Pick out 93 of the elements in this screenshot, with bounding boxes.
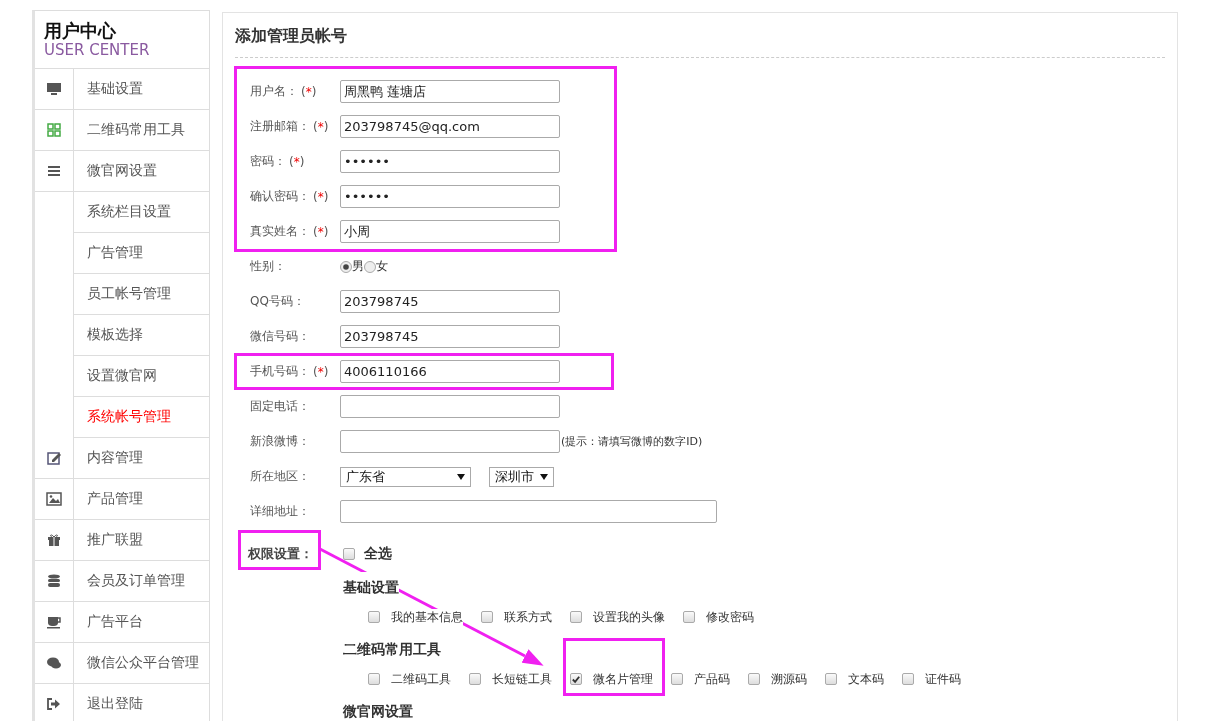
checkbox-label: 文本码 (848, 670, 884, 688)
checkbox[interactable] (683, 611, 695, 623)
qr-code-icon (46, 122, 62, 138)
permissions-label: 权限设置： (248, 545, 314, 563)
input-field[interactable]: •••••• (340, 185, 560, 208)
required-mark: (*) (301, 84, 317, 99)
sidebar-item[interactable]: 微官网设置 (74, 151, 209, 191)
sidebar-item[interactable]: 基础设置 (74, 69, 209, 109)
checkbox[interactable] (343, 548, 355, 560)
field-label: 所在地区： (250, 468, 310, 485)
hint-text: (提示：请填写微博的数字ID) (561, 434, 703, 449)
required-mark: (*) (313, 189, 329, 204)
input-field[interactable]: 周黑鸭 莲塘店 (340, 80, 560, 103)
sidebar-subitem[interactable]: 员工帐号管理 (74, 274, 209, 315)
sidebar-subitem[interactable]: 广告管理 (74, 233, 209, 274)
checkbox-label: 我的基本信息 (391, 608, 463, 626)
input-field[interactable] (340, 430, 560, 453)
field-label: 手机号码： (250, 363, 310, 380)
sidebar-item[interactable]: 产品管理 (74, 479, 209, 519)
sidebar-item[interactable]: 推广联盟 (74, 520, 209, 560)
sidebar-item[interactable]: 退出登陆 (74, 684, 209, 721)
gift-icon (46, 532, 62, 548)
required-mark: (*) (313, 119, 329, 134)
input-field[interactable] (340, 395, 560, 418)
menu-icon (46, 163, 62, 179)
picture-icon (46, 491, 62, 507)
input-field[interactable]: 203798745@qq.com (340, 115, 560, 138)
sidebar-item[interactable]: 广告平台 (74, 602, 209, 642)
input-field[interactable] (340, 500, 717, 523)
database-icon (46, 573, 62, 589)
required-mark: (*) (289, 154, 305, 169)
checkbox[interactable] (570, 673, 582, 685)
monitor-icon (46, 81, 62, 97)
field-label: 确认密码： (250, 188, 310, 205)
coffee-cup-icon (46, 614, 62, 630)
select-all-label: 全选 (364, 545, 392, 563)
field-label: 固定电话： (250, 398, 310, 415)
checkbox[interactable] (902, 673, 914, 685)
checkbox-label: 联系方式 (504, 608, 552, 626)
checkbox[interactable] (368, 673, 380, 685)
select-dropdown[interactable]: 深圳市 (489, 466, 554, 487)
sidebar-subitem[interactable]: 设置微官网 (74, 356, 209, 397)
checkbox[interactable] (469, 673, 481, 685)
checkbox[interactable] (671, 673, 683, 685)
radio-label: 男 (352, 258, 364, 275)
checkbox[interactable] (748, 673, 760, 685)
chat-icon (46, 655, 62, 671)
checkbox-label: 二维码工具 (391, 670, 451, 688)
radio-button[interactable] (340, 260, 352, 273)
radio-label: 女 (376, 258, 388, 275)
required-mark: (*) (313, 224, 329, 239)
checkbox-label: 设置我的头像 (593, 608, 665, 626)
field-label: 性别： (250, 258, 286, 275)
caret-icon (457, 473, 465, 480)
input-field[interactable]: 小周 (340, 220, 560, 243)
checkbox-label: 产品码 (694, 670, 730, 688)
checkbox[interactable] (825, 673, 837, 685)
checkbox-label: 证件码 (925, 670, 961, 688)
checkbox-label: 溯源码 (771, 670, 807, 688)
field-label: 新浪微博： (250, 433, 310, 450)
checkbox[interactable] (570, 611, 582, 623)
input-field[interactable]: 203798745 (340, 325, 560, 348)
checkbox[interactable] (368, 611, 380, 623)
radio-button[interactable] (364, 260, 376, 273)
field-label: 真实姓名： (250, 223, 310, 240)
sidebar-title: 用户中心 (44, 21, 116, 41)
sidebar-subitem[interactable]: 模板选择 (74, 315, 209, 356)
sign-out-icon (46, 696, 62, 712)
panel-title: 添加管理员帐号 (235, 23, 1165, 58)
caret-icon (540, 473, 548, 480)
checkbox-label: 修改密码 (706, 608, 754, 626)
field-label: 注册邮箱： (250, 118, 310, 135)
sidebar-subitem[interactable]: 系统栏目设置 (74, 192, 209, 233)
field-label: QQ号码： (250, 293, 305, 310)
sidebar-item[interactable]: 会员及订单管理 (74, 561, 209, 601)
input-field[interactable]: •••••• (340, 150, 560, 173)
input-field[interactable]: 203798745 (340, 290, 560, 313)
field-label: 详细地址： (250, 503, 310, 520)
field-label: 微信号码： (250, 328, 310, 345)
sidebar-item[interactable]: 微信公众平台管理 (74, 643, 209, 683)
checkbox-label: 长短链工具 (492, 670, 552, 688)
edit-icon (46, 450, 62, 466)
checkbox[interactable] (481, 611, 493, 623)
select-dropdown[interactable]: 广东省 (340, 466, 471, 487)
sidebar-subitem[interactable]: 系统帐号管理 (74, 397, 209, 438)
sidebar-item[interactable]: 内容管理 (74, 438, 209, 478)
input-field[interactable]: 4006110166 (340, 360, 560, 383)
sidebar-item[interactable]: 二维码常用工具 (74, 110, 209, 150)
field-label: 密码： (250, 153, 286, 170)
required-mark: (*) (313, 364, 329, 379)
sidebar-subtitle: USER CENTER (44, 41, 150, 59)
checkbox-label: 微名片管理 (593, 670, 653, 688)
field-label: 用户名： (250, 83, 298, 100)
